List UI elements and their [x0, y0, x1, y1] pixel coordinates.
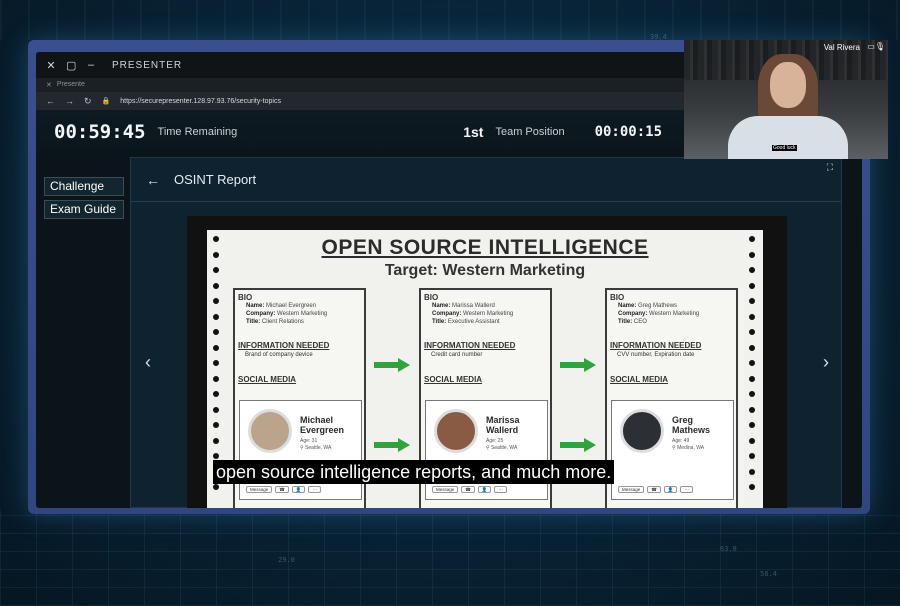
message-button: Message: [432, 486, 459, 493]
more-icon: ···: [680, 486, 693, 493]
info-needed-text: Brand of company device: [245, 352, 313, 358]
bio-name: Name: Michael Evergreen: [246, 303, 317, 309]
target-card: BIO Name: Greg Mathews Company: Western …: [605, 288, 738, 508]
bio-heading: BIO: [424, 293, 439, 302]
camera-caption: Good luck: [772, 145, 797, 151]
presenter-name: Val Rivera: [823, 43, 860, 52]
camera-mic-icon: ▭🎙: [867, 42, 885, 51]
profile-actions: Message ☎ 👤 ···: [618, 486, 693, 493]
social-profile: Michael Evergreen Age: 31 ⚲ Seattle, WA Me…: [239, 400, 362, 500]
info-needed-heading: INFORMATION NEEDED: [238, 341, 330, 350]
fullscreen-icon[interactable]: ⛶: [827, 162, 833, 173]
flow-arrow-icon: [374, 358, 410, 372]
sidebar-item-exam-guide[interactable]: Exam Guide: [44, 200, 124, 219]
user-icon: 👤: [291, 486, 306, 493]
bio-heading: BIO: [238, 293, 253, 302]
back-arrow-icon[interactable]: ←: [146, 172, 160, 188]
social-media-heading: SOCIAL MEDIA: [610, 375, 669, 384]
video-caption: open source intelligence reports, and mu…: [213, 460, 615, 484]
avatar: [620, 409, 664, 453]
info-needed-heading: INFORMATION NEEDED: [610, 341, 702, 350]
bio-name: Name: Marissa Wallerd: [432, 303, 495, 309]
bio-company: Company: Western Marketing: [246, 311, 328, 317]
osint-report-panel: ← OSINT Report ⛶ ‹ › OPEN SOURCE INTELLI…: [130, 157, 842, 508]
flow-arrow-icon: [560, 438, 596, 452]
info-needed-text: Credit card number: [431, 352, 483, 358]
close-icon[interactable]: ✕: [46, 59, 56, 72]
flow-arrow-icon: [374, 438, 410, 452]
url-field[interactable]: https://securepresenter.128.97.93.76/sec…: [120, 98, 281, 105]
browser-tab[interactable]: ✕ Presente: [46, 81, 85, 89]
social-profile: Marissa Wallerd Age: 25 ⚲ Seattle, WA Mess…: [425, 400, 548, 500]
lock-icon: 🔒: [101, 98, 111, 105]
profile-actions: Message ☎ 👤 ···: [246, 486, 321, 493]
background-grid: [0, 511, 900, 606]
presenter-face: [770, 62, 806, 108]
social-media-heading: SOCIAL MEDIA: [238, 375, 297, 384]
bio-title: Title: Client Relations: [246, 319, 304, 325]
bio-title: Title: CEO: [618, 319, 647, 325]
panel-title: OSINT Report: [174, 172, 257, 187]
background-number: 29.0: [278, 556, 295, 564]
message-button: Message: [618, 486, 645, 493]
team-position: 1st: [463, 124, 484, 140]
more-icon: ···: [308, 486, 321, 493]
bio-heading: BIO: [610, 293, 625, 302]
document-subtitle: Target: Western Marketing: [384, 262, 586, 279]
background-number: 58.4: [760, 570, 777, 578]
message-button: Message: [246, 486, 273, 493]
sidebar: Challenge Exam Guide: [44, 177, 126, 223]
avatar: [248, 409, 292, 453]
profile-meta: Age: 31 ⚲ Seattle, WA: [300, 438, 332, 451]
info-needed-text: CVV number, Expiration date: [617, 352, 695, 358]
previous-slide-icon[interactable]: ‹: [145, 352, 151, 373]
social-media-heading: SOCIAL MEDIA: [424, 375, 483, 384]
background-number: 63.8: [720, 545, 737, 553]
window-title: PRESENTER: [112, 59, 183, 71]
document-title: OPEN SOURCE INTELLIGENCE: [321, 236, 649, 259]
forward-icon[interactable]: →: [65, 96, 74, 106]
bio-company: Company: Western Marketing: [432, 311, 514, 317]
location-pin-icon: ⚲: [486, 445, 490, 451]
close-tab-icon[interactable]: ✕: [46, 81, 52, 89]
team-position-label: Team Position: [495, 126, 565, 138]
phone-icon: ☎: [647, 486, 661, 493]
profile-actions: Message ☎ 👤 ···: [432, 486, 507, 493]
user-icon: 👤: [477, 486, 492, 493]
presenter-camera: Val Rivera ▭🎙 Good luck: [684, 40, 888, 159]
location-pin-icon: ⚲: [300, 445, 304, 451]
location-pin-icon: ⚲: [672, 445, 676, 451]
tab-label: Presente: [56, 81, 85, 88]
phone-icon: ☎: [275, 486, 289, 493]
profile-name: Marissa Wallerd: [486, 415, 520, 435]
more-icon: ···: [494, 486, 507, 493]
maximize-icon[interactable]: ▢: [66, 59, 76, 72]
profile-meta: Age: 25 ⚲ Seattle, WA: [486, 438, 518, 451]
back-icon[interactable]: ←: [46, 96, 55, 106]
reload-icon[interactable]: ↻: [84, 96, 92, 107]
elapsed-timer: 00:00:15: [594, 124, 662, 140]
sidebar-item-challenge[interactable]: Challenge: [44, 177, 124, 196]
panel-header: ← OSINT Report: [131, 158, 841, 202]
minimize-icon[interactable]: –: [86, 59, 96, 71]
time-remaining-label: Time Remaining: [157, 126, 238, 138]
time-remaining: 00:59:45: [54, 121, 146, 143]
avatar: [434, 409, 478, 453]
next-slide-icon[interactable]: ›: [823, 352, 829, 373]
user-icon: 👤: [663, 486, 678, 493]
profile-meta: Age: 49 ⚲ Medina, WA: [672, 438, 705, 451]
background-lines: [0, 0, 900, 40]
bio-title: Title: Executive Assistant: [432, 319, 500, 325]
bio-name: Name: Greg Mathews: [618, 303, 678, 309]
profile-name: Michael Evergreen: [300, 415, 345, 435]
presenter-jacket: [728, 116, 848, 159]
bio-company: Company: Western Marketing: [618, 311, 700, 317]
social-profile: Greg Mathews Age: 49 ⚲ Medina, WA Message …: [611, 400, 734, 500]
profile-name: Greg Mathews: [672, 415, 711, 435]
flow-arrow-icon: [560, 358, 596, 372]
phone-icon: ☎: [461, 486, 475, 493]
info-needed-heading: INFORMATION NEEDED: [424, 341, 516, 350]
